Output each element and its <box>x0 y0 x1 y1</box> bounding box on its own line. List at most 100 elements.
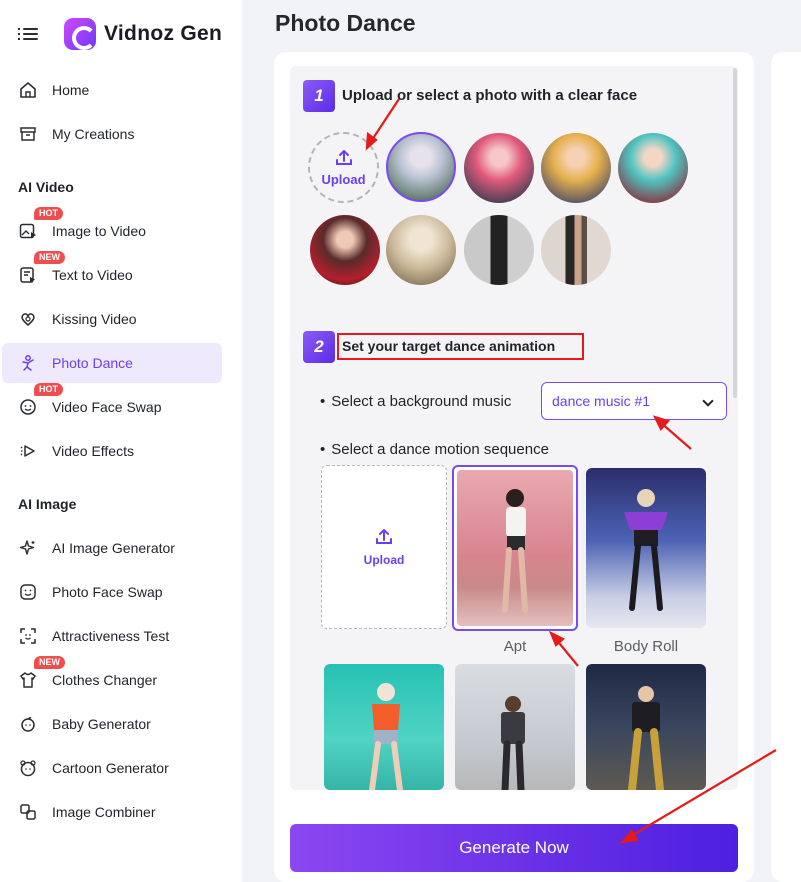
sidebar: Vidnoz Gen Home My Creations AI Video HO… <box>0 0 242 882</box>
motion-label-apt: Apt <box>503 638 527 655</box>
hot-badge: HOT <box>34 383 63 396</box>
new-badge: NEW <box>34 656 65 669</box>
motion-tile[interactable] <box>586 664 706 790</box>
motion-thumbnail <box>457 470 573 626</box>
section-title-ai-image: AI Image <box>18 496 77 512</box>
combine-icon <box>18 802 38 822</box>
sidebar-item-video-effects[interactable]: Video Effects <box>2 431 222 471</box>
sample-photo[interactable] <box>310 215 380 285</box>
sidebar-item-text-to-video[interactable]: NEW Text to Video <box>2 251 222 295</box>
dancer-figure <box>628 686 664 790</box>
motion-tile-apt[interactable] <box>452 465 578 631</box>
logo-icon[interactable] <box>64 18 96 50</box>
image-video-icon <box>18 221 38 241</box>
step-2-number: 2 <box>303 331 335 363</box>
music-select[interactable]: dance music #1 <box>541 382 727 420</box>
sidebar-item-label: Home <box>52 82 90 98</box>
face-swap-icon <box>18 397 38 417</box>
sidebar-item-label: Attractiveness Test <box>52 628 170 644</box>
shirt-icon <box>18 670 38 690</box>
new-badge: NEW <box>34 251 65 264</box>
music-label: Select a background music <box>320 393 511 410</box>
motion-tile-body-roll[interactable] <box>586 468 706 628</box>
upload-label: Upload <box>363 553 405 567</box>
sidebar-item-cartoon-generator[interactable]: Cartoon Generator <box>2 748 222 788</box>
dancer-figure <box>369 683 403 790</box>
sample-photo[interactable] <box>386 215 456 285</box>
dancer-figure <box>624 489 668 611</box>
sidebar-item-label: Image Combiner <box>52 804 156 820</box>
sample-photo[interactable] <box>386 132 456 202</box>
sidebar-item-kissing-video[interactable]: Kissing Video <box>2 299 222 339</box>
motion-label: Select a dance motion sequence <box>320 441 549 458</box>
sidebar-item-label: Image to Video <box>52 223 146 239</box>
sidebar-item-label: AI Image Generator <box>52 540 175 556</box>
sidebar-item-photo-dance[interactable]: Photo Dance <box>2 343 222 383</box>
motion-thumbnail <box>324 664 444 790</box>
sidebar-item-attractiveness-test[interactable]: Attractiveness Test <box>2 616 222 656</box>
upload-label: Upload <box>321 172 366 187</box>
sidebar-item-my-creations[interactable]: My Creations <box>2 114 222 154</box>
sidebar-item-label: Video Face Swap <box>52 399 162 415</box>
effects-icon <box>18 441 38 461</box>
sidebar-item-label: Baby Generator <box>52 716 151 732</box>
sidebar-item-image-to-video[interactable]: HOT Image to Video <box>2 207 222 251</box>
motion-thumbnail <box>586 664 706 790</box>
home-icon <box>18 80 38 100</box>
cartoon-icon <box>18 758 38 778</box>
sidebar-item-label: Cartoon Generator <box>52 760 169 776</box>
brand-name[interactable]: Vidnoz Gen <box>104 22 222 46</box>
hot-badge: HOT <box>34 207 63 220</box>
sidebar-item-label: Kissing Video <box>52 311 137 327</box>
chevron-down-icon <box>702 395 714 407</box>
upload-icon <box>335 150 352 165</box>
smile-icon <box>18 582 38 602</box>
generate-now-button[interactable]: Generate Now <box>290 824 738 872</box>
step-1-text: Upload or select a photo with a clear fa… <box>342 87 638 104</box>
dance-icon <box>18 353 38 373</box>
sidebar-item-label: Clothes Changer <box>52 672 158 688</box>
sidebar-item-label: Text to Video <box>52 267 133 283</box>
sample-photo[interactable] <box>464 215 534 285</box>
face-scan-icon <box>18 626 38 646</box>
section-title-ai-video: AI Video <box>18 179 74 195</box>
music-select-value: dance music #1 <box>552 393 651 409</box>
menu-icon[interactable] <box>18 26 38 42</box>
page-title: Photo Dance <box>275 10 416 36</box>
sidebar-item-ai-image-generator[interactable]: AI Image Generator <box>2 528 222 568</box>
dancer-figure <box>502 489 528 613</box>
sample-photo[interactable] <box>541 215 611 285</box>
sidebar-item-image-combiner[interactable]: Image Combiner <box>2 792 222 832</box>
sidebar-item-label: Video Effects <box>52 443 134 459</box>
upload-photo-button[interactable]: Upload <box>308 132 379 203</box>
motion-tile[interactable] <box>324 664 444 790</box>
sidebar-item-home[interactable]: Home <box>2 70 222 110</box>
step-2-text: Set your target dance animation <box>342 338 556 354</box>
upload-icon <box>376 529 392 544</box>
sample-photo[interactable] <box>541 133 611 203</box>
sidebar-item-clothes-changer[interactable]: NEW Clothes Changer <box>2 656 222 700</box>
sidebar-item-label: Photo Dance <box>52 355 133 371</box>
preview-panel <box>771 52 801 882</box>
sidebar-item-label: Photo Face Swap <box>52 584 163 600</box>
sample-photo[interactable] <box>618 133 688 203</box>
step-1-number: 1 <box>303 80 335 112</box>
archive-icon <box>18 124 38 144</box>
baby-icon <box>18 714 38 734</box>
motion-label-body-roll: Body Roll <box>613 638 679 655</box>
kiss-icon <box>18 309 38 329</box>
sidebar-item-video-face-swap[interactable]: HOT Video Face Swap <box>2 383 222 427</box>
sidebar-item-photo-face-swap[interactable]: Photo Face Swap <box>2 572 222 612</box>
panel-scrollbar[interactable] <box>733 68 737 398</box>
sidebar-item-baby-generator[interactable]: Baby Generator <box>2 704 222 744</box>
sidebar-item-label: My Creations <box>52 126 135 142</box>
sparkle-icon <box>18 538 38 558</box>
sample-photo[interactable] <box>464 133 534 203</box>
text-doc-icon <box>18 265 38 285</box>
dancer-figure <box>501 696 525 790</box>
motion-tile[interactable] <box>455 664 575 790</box>
motion-thumbnail <box>455 664 575 790</box>
upload-motion-button[interactable]: Upload <box>321 465 447 629</box>
motion-thumbnail <box>586 468 706 628</box>
brand-header: Vidnoz Gen <box>18 14 222 54</box>
